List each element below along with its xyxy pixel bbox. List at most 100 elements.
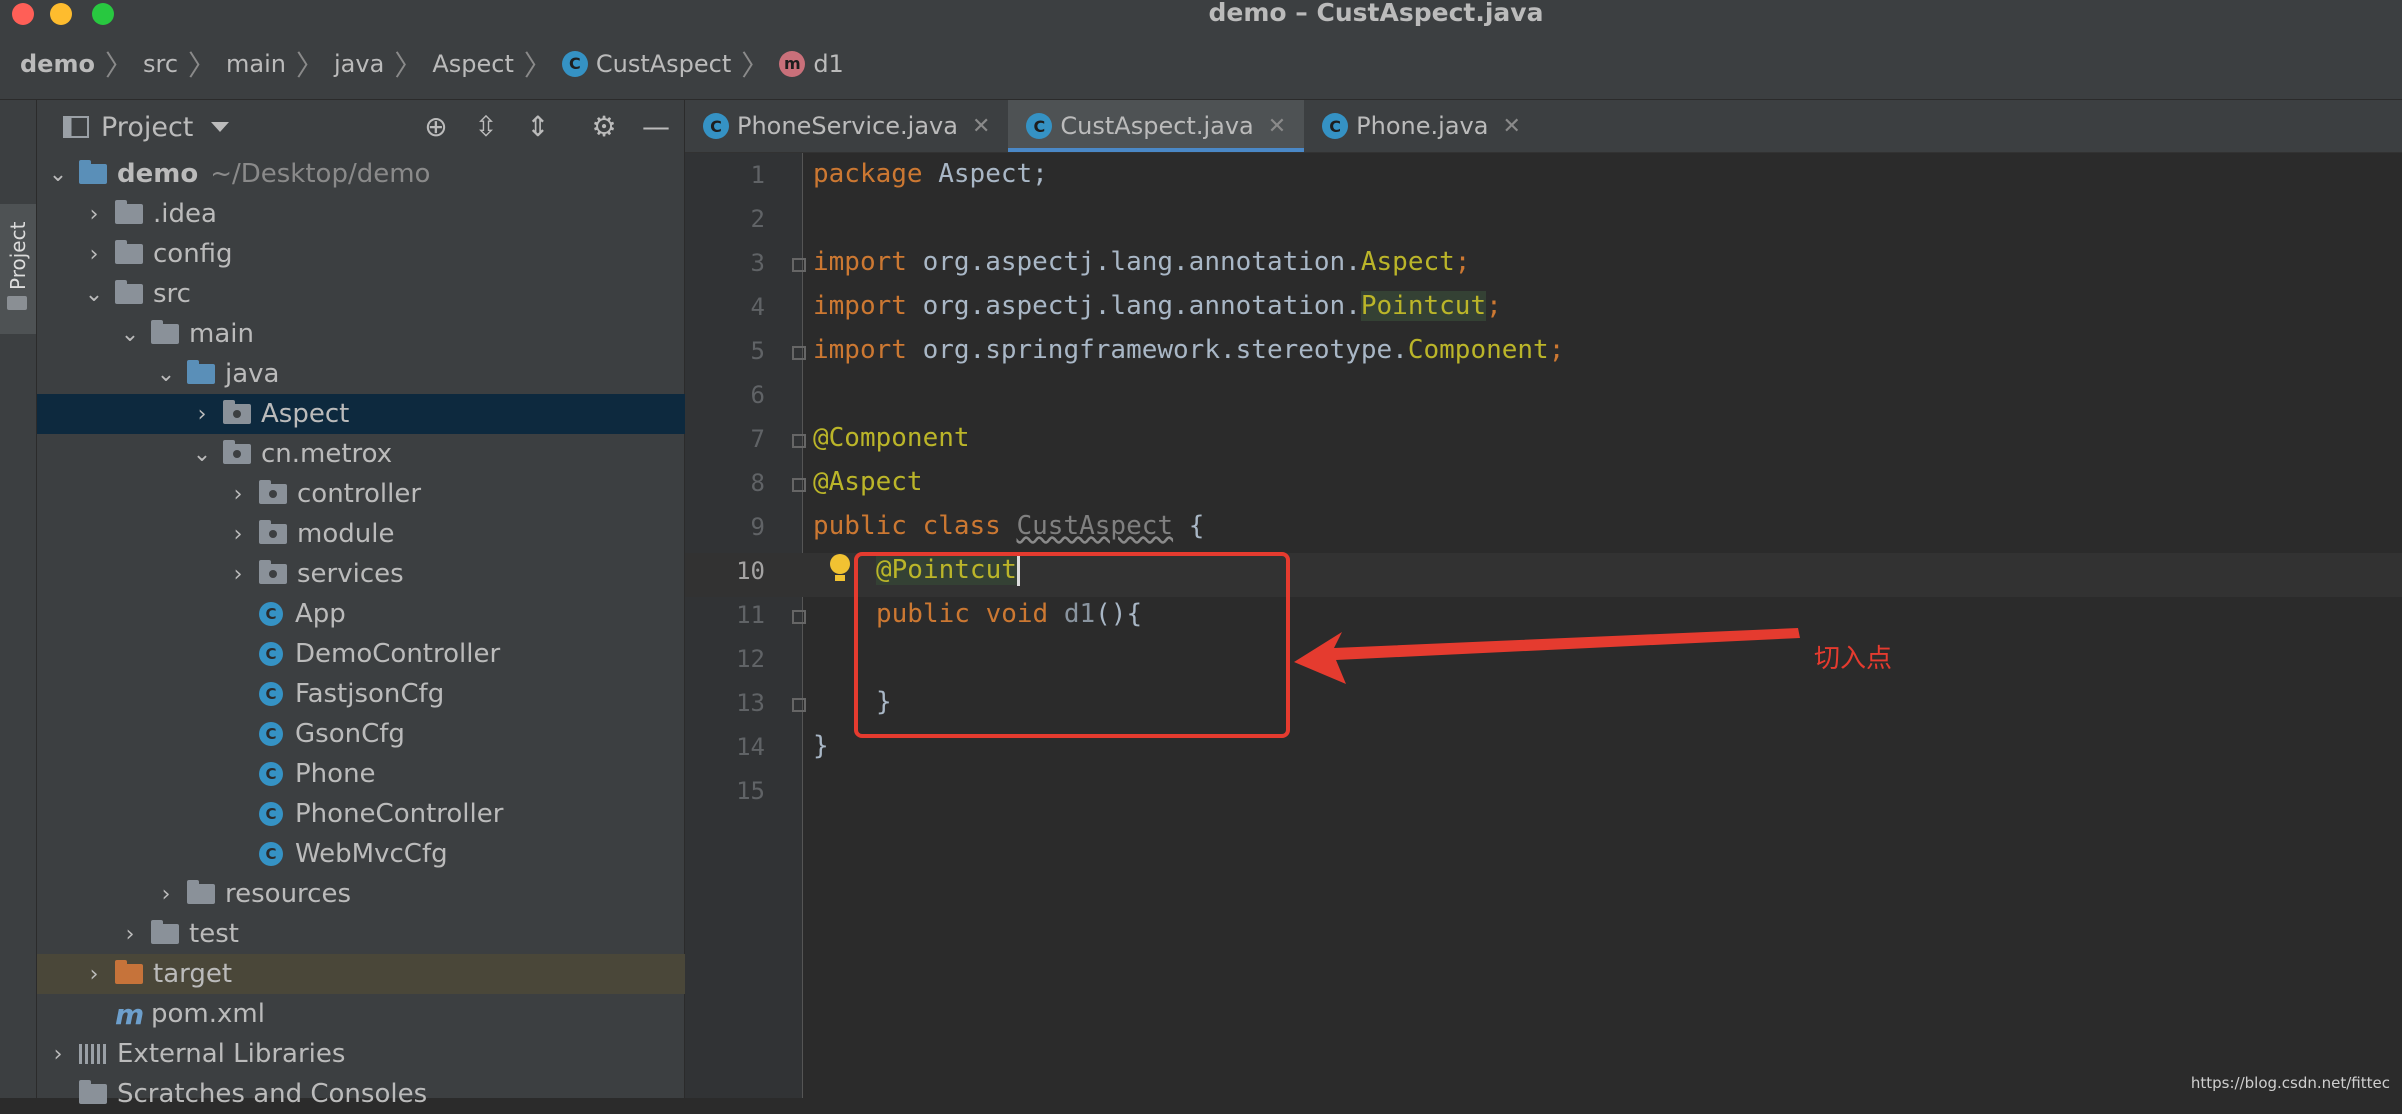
source-folder-icon [187, 360, 215, 384]
tree-label: resources [225, 879, 352, 909]
chevron-down-icon[interactable]: ⌄ [119, 322, 141, 347]
chevron-down-icon[interactable]: ⌄ [155, 362, 177, 387]
resources-folder-icon [187, 880, 215, 904]
tree-label: module [297, 519, 395, 549]
tree-item-pom[interactable]: m pom.xml [37, 994, 730, 1034]
project-view-selector[interactable]: Project [101, 112, 193, 143]
class-icon: C [259, 722, 283, 746]
chevron-right-icon[interactable]: › [83, 242, 105, 267]
breadcrumb-item-demo[interactable]: demo [20, 50, 95, 78]
tree-label: WebMvcCfg [295, 839, 448, 869]
package-icon [259, 480, 287, 504]
chevron-right-icon[interactable]: › [155, 882, 177, 907]
project-panel-header: Project ⊕ ⇳ ⇕ ⚙ — [37, 100, 684, 154]
folder-icon [115, 200, 143, 224]
tool-window-strip: Project [0, 100, 37, 1098]
fold-marker-icon[interactable] [792, 610, 806, 624]
line-number: 3 [750, 249, 765, 277]
tree-item-config[interactable]: › config [37, 234, 730, 274]
chevron-down-icon[interactable] [211, 122, 230, 132]
chevron-right-icon[interactable]: › [83, 202, 105, 227]
tree-label: services [297, 559, 404, 589]
chevron-down-icon[interactable]: ⌄ [47, 162, 69, 187]
tab-phone[interactable]: C Phone.java ✕ [1304, 100, 1539, 152]
breadcrumb-item-custaspect[interactable]: C CustAspect [561, 50, 731, 78]
class-icon: C [259, 762, 283, 786]
tree-label: main [189, 319, 254, 349]
tree-label: pom.xml [151, 999, 265, 1029]
fold-marker-icon[interactable] [792, 258, 806, 272]
locate-icon[interactable]: ⊕ [421, 112, 451, 142]
tree-item-demo[interactable]: ⌄ demo ~/Desktop/demo [37, 154, 694, 194]
project-panel: Project ⊕ ⇳ ⇕ ⚙ — ⌄ demo ~/Desktop/demo … [37, 100, 838, 1109]
breadcrumb-item-main[interactable]: main [226, 50, 286, 78]
hide-panel-icon[interactable]: — [641, 112, 671, 142]
code-line-7: @Component [813, 423, 970, 453]
breadcrumb-item-aspect[interactable]: Aspect [432, 50, 514, 78]
gear-icon[interactable]: ⚙ [589, 112, 619, 142]
tree-label: demo [117, 159, 199, 189]
chevron-right-icon[interactable]: › [191, 402, 213, 427]
line-number: 9 [750, 513, 765, 541]
close-icon[interactable]: ✕ [1502, 114, 1520, 139]
fold-marker-icon[interactable] [792, 434, 806, 448]
spring-boot-app-icon: C [259, 602, 283, 626]
line-number: 12 [736, 645, 765, 673]
tree-item-external-libraries[interactable]: › External Libraries [37, 1034, 694, 1074]
tree-label: App [295, 599, 346, 629]
highlight-box [854, 552, 1290, 738]
expand-all-icon[interactable]: ⇳ [471, 112, 501, 142]
fold-marker-icon[interactable] [792, 698, 806, 712]
tree-item-src[interactable]: ⌄ src [37, 274, 730, 314]
chevron-right-icon[interactable]: › [47, 1042, 69, 1067]
breadcrumb-item-d1[interactable]: m d1 [779, 50, 844, 78]
window-title: demo – CustAspect.java [1208, 0, 1544, 27]
class-icon: C [259, 642, 283, 666]
tree-item-target[interactable]: › target [37, 954, 730, 994]
tree-item-main[interactable]: ⌄ main [37, 314, 766, 354]
code-line-4: import org.aspectj.lang.annotation.Point… [813, 291, 1502, 321]
module-folder-icon [79, 160, 107, 184]
tree-label: target [153, 959, 233, 989]
tree-item-test[interactable]: › test [37, 914, 766, 954]
close-icon[interactable]: ✕ [1268, 114, 1286, 139]
lightbulb-icon[interactable] [830, 554, 852, 582]
tab-phoneservice[interactable]: C PhoneService.java ✕ [685, 100, 1008, 152]
folder-icon [115, 240, 143, 264]
line-number: 14 [736, 733, 765, 761]
chevron-right-icon[interactable]: › [83, 962, 105, 987]
scratches-icon [79, 1080, 107, 1104]
fold-marker-icon[interactable] [792, 478, 806, 492]
package-icon [259, 520, 287, 544]
breadcrumb-item-src[interactable]: src [143, 50, 178, 78]
chevron-right-icon[interactable]: › [227, 482, 249, 507]
chevron-down-icon[interactable]: ⌄ [191, 442, 213, 467]
class-icon: C [1026, 113, 1053, 139]
tree-path: ~/Desktop/demo [210, 159, 431, 189]
annotation-arrow [1294, 628, 1800, 684]
chevron-right-icon[interactable]: › [227, 562, 249, 587]
tree-label: Scratches and Consoles [117, 1079, 428, 1109]
tree-label: PhoneController [295, 799, 504, 829]
chevron-right-icon[interactable]: › [227, 522, 249, 547]
code-line-1: package Aspect; [813, 159, 1048, 189]
line-number: 5 [750, 337, 765, 365]
tree-item-scratches[interactable]: Scratches and Consoles [37, 1074, 694, 1114]
fold-marker-icon[interactable] [792, 346, 806, 360]
close-icon[interactable]: ✕ [972, 114, 990, 139]
collapse-all-icon[interactable]: ⇕ [523, 112, 553, 142]
tree-label: FastjsonCfg [295, 679, 445, 709]
breadcrumb-item-java[interactable]: java [334, 50, 384, 78]
tab-label: PhoneService.java [737, 112, 958, 140]
tree-item-idea[interactable]: › .idea [37, 194, 730, 234]
tab-custaspect[interactable]: C CustAspect.java ✕ [1008, 100, 1305, 152]
tree-label: src [153, 279, 191, 309]
line-number: 15 [736, 777, 765, 805]
class-icon: C [259, 682, 283, 706]
code-line-5: import org.springframework.stereotype.Co… [813, 335, 1565, 365]
chevron-down-icon[interactable]: ⌄ [83, 282, 105, 307]
class-icon: C [1322, 113, 1349, 139]
tab-label: CustAspect.java [1060, 112, 1254, 140]
tree-label: .idea [153, 199, 217, 229]
chevron-right-icon[interactable]: › [119, 922, 141, 947]
